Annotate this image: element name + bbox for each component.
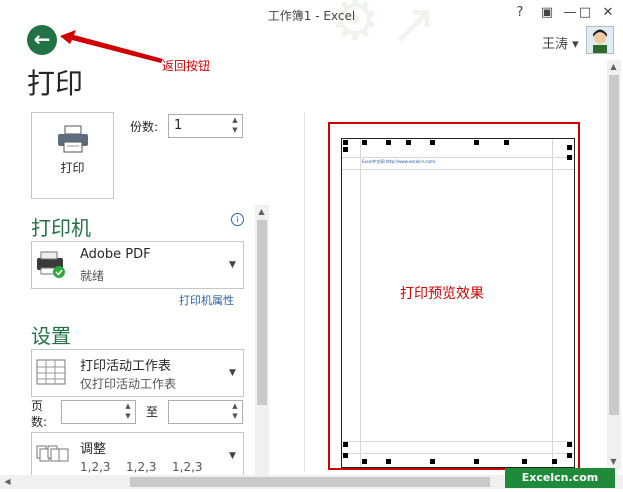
collate-seq-3: 1,2,3 bbox=[172, 460, 203, 474]
info-icon[interactable]: i bbox=[231, 213, 244, 226]
preview-annotation: 打印预览效果 bbox=[400, 286, 484, 302]
help-button[interactable]: ? bbox=[510, 5, 530, 20]
printer-status: 就绪 bbox=[80, 269, 105, 283]
close-button[interactable]: ✕ bbox=[598, 5, 618, 20]
page-title: 打印 bbox=[27, 67, 84, 100]
chevron-down-icon: ▼ bbox=[229, 368, 236, 378]
site-logo: Excelcn.com bbox=[505, 468, 615, 488]
collate-title: 调整 bbox=[80, 442, 107, 457]
copies-label: 份数: bbox=[130, 120, 159, 134]
printer-heading: 打印机 bbox=[31, 216, 91, 240]
scroll-up-icon[interactable]: ▲ bbox=[607, 60, 620, 73]
pages-from-input[interactable]: ▲ ▼ bbox=[61, 400, 136, 424]
collate-seq-1: 1,2,3 bbox=[80, 460, 111, 474]
pages-label: 页数: bbox=[31, 399, 48, 429]
copies-spin-icon[interactable]: ▲ ▼ bbox=[230, 115, 240, 135]
scroll-thumb[interactable] bbox=[257, 220, 267, 405]
printer-properties-link[interactable]: 打印机属性 bbox=[179, 292, 234, 308]
print-scope-dropdown[interactable]: 打印活动工作表 仅打印活动工作表 ▼ bbox=[31, 349, 244, 397]
pages-to-input[interactable]: ▲ ▼ bbox=[168, 400, 243, 424]
print-button-label: 打印 bbox=[60, 161, 85, 175]
pdf-printer-icon bbox=[37, 251, 65, 278]
settings-heading: 设置 bbox=[31, 324, 71, 348]
collate-icon bbox=[36, 445, 69, 462]
worksheet-icon bbox=[36, 359, 66, 385]
maximize-button[interactable]: □ bbox=[575, 5, 595, 20]
scroll-left-icon[interactable]: ◀ bbox=[1, 475, 14, 488]
avatar-icon bbox=[593, 29, 607, 53]
scope-subtitle: 仅打印活动工作表 bbox=[80, 377, 177, 391]
copies-stepper[interactable]: 1 ▲ ▼ bbox=[168, 114, 243, 138]
scroll-up-icon[interactable]: ▲ bbox=[255, 205, 268, 218]
copies-value: 1 bbox=[174, 118, 183, 133]
pages-from-spin-icon[interactable]: ▲ ▼ bbox=[123, 401, 133, 421]
chevron-down-icon: ▼ bbox=[229, 451, 236, 461]
pages-to-spin-icon[interactable]: ▲ ▼ bbox=[230, 401, 240, 421]
back-button[interactable]: ← bbox=[27, 25, 57, 55]
avatar[interactable] bbox=[586, 26, 614, 54]
pages-to-label: 至 bbox=[146, 405, 159, 419]
preview-scrollbar[interactable]: ▲ ▼ bbox=[607, 60, 621, 470]
ribbon-display-icon[interactable]: ▣ bbox=[537, 5, 557, 20]
panel-divider bbox=[304, 112, 305, 472]
scroll-down-icon[interactable]: ▼ bbox=[607, 455, 620, 468]
printer-name: Adobe PDF bbox=[80, 247, 151, 262]
chevron-down-icon: ▼ bbox=[229, 260, 236, 270]
title-bar: ⚙ ↗ 工作簿1 - Excel ? ▣ — □ ✕ bbox=[0, 0, 623, 57]
scroll-thumb[interactable] bbox=[609, 75, 619, 415]
print-button[interactable]: 打印 bbox=[31, 112, 114, 199]
user-name[interactable]: 王涛 ▾ bbox=[542, 33, 579, 52]
back-annotation: 返回按钮 bbox=[162, 59, 211, 73]
scroll-thumb[interactable] bbox=[130, 477, 490, 487]
settings-scrollbar[interactable]: ▲ bbox=[255, 205, 269, 475]
scope-title: 打印活动工作表 bbox=[80, 359, 172, 374]
collate-dropdown[interactable]: 调整 1,2,3 1,2,3 1,2,3 ▼ bbox=[31, 432, 244, 480]
printer-icon bbox=[58, 125, 88, 153]
printer-dropdown[interactable]: Adobe PDF 就绪 ▼ bbox=[31, 241, 244, 289]
collate-seq-2: 1,2,3 bbox=[126, 460, 157, 474]
